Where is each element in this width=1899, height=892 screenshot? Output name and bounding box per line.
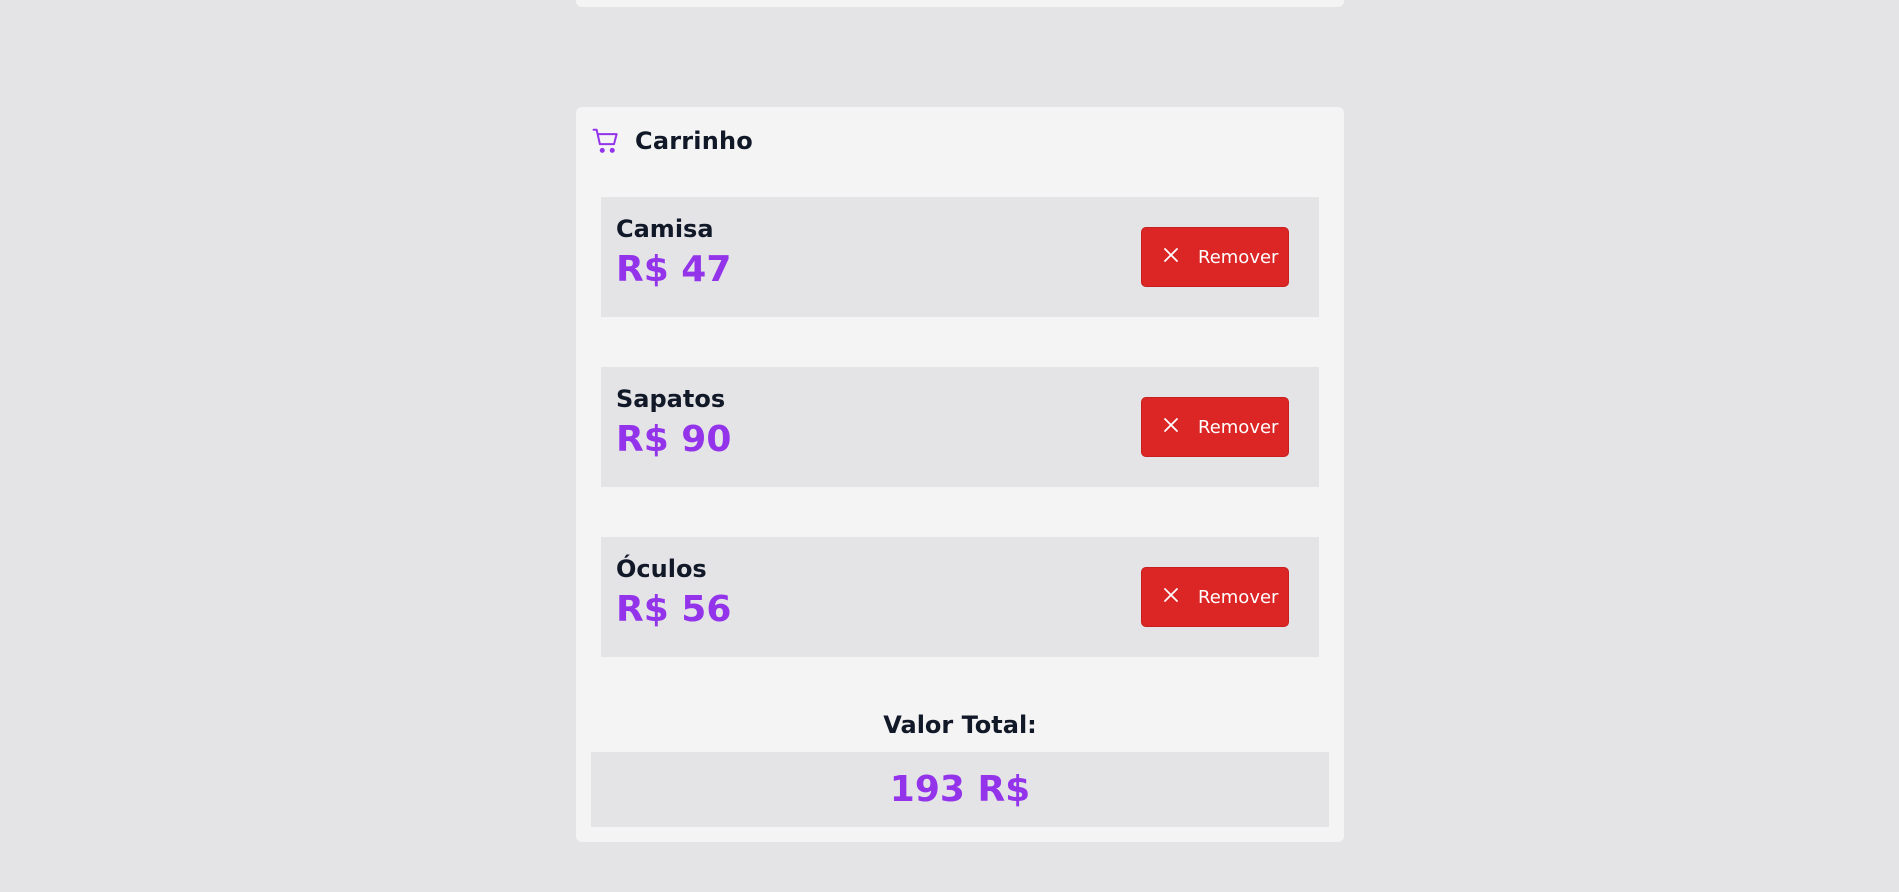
total-box: 193 R$ <box>591 752 1329 827</box>
cart-item: Camisa R$ 47 Remover <box>601 197 1319 317</box>
shopping-cart-icon <box>591 126 621 156</box>
total-value: 193 R$ <box>889 769 1031 810</box>
total-label: Valor Total: <box>883 711 1037 739</box>
item-name: Óculos <box>616 555 707 583</box>
cart-item: Óculos R$ 56 Remover <box>601 537 1319 657</box>
remove-button[interactable]: Remover <box>1141 567 1289 627</box>
item-name: Sapatos <box>616 385 726 413</box>
item-price: R$ 90 <box>616 419 732 460</box>
previous-panel <box>576 0 1344 7</box>
remove-button[interactable]: Remover <box>1141 227 1289 287</box>
cart-panel: Carrinho Camisa R$ 47 Remover Sapatos R$… <box>576 107 1344 842</box>
item-price: R$ 47 <box>616 249 732 290</box>
cart-header: Carrinho <box>591 121 753 161</box>
remove-button-label: Remover <box>1198 586 1279 608</box>
remove-button-label: Remover <box>1198 416 1279 438</box>
cart-item: Sapatos R$ 90 Remover <box>601 367 1319 487</box>
remove-button-label: Remover <box>1198 246 1279 268</box>
cart-title: Carrinho <box>635 127 753 155</box>
close-icon <box>1162 246 1180 264</box>
item-price: R$ 56 <box>616 589 732 630</box>
close-icon <box>1162 416 1180 434</box>
remove-button[interactable]: Remover <box>1141 397 1289 457</box>
item-name: Camisa <box>616 215 714 243</box>
close-icon <box>1162 586 1180 604</box>
